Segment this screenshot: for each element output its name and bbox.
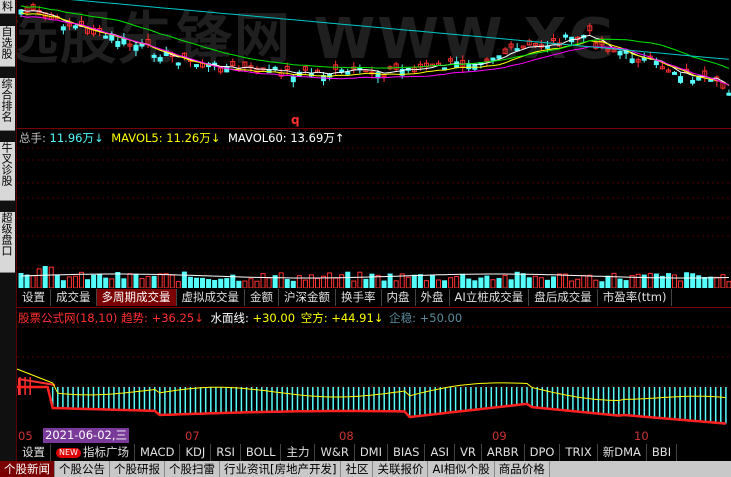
- indicator-tab-bias[interactable]: BIAS: [388, 444, 426, 461]
- mavol60-value: 13.69万↑: [290, 131, 345, 145]
- date-label: 05: [18, 429, 33, 443]
- bottom-tab-announcements[interactable]: 个股公告: [55, 461, 110, 477]
- indicator-tab-asi[interactable]: ASI: [425, 444, 456, 461]
- short-label: 空方:: [300, 311, 328, 325]
- date-axis: 05 2021-06-02,三 07 08 09 10: [17, 428, 731, 444]
- bottom-tab-community[interactable]: 社区: [341, 461, 374, 477]
- volume-tab-pe-ttm[interactable]: 市盈率(ttm): [598, 289, 673, 306]
- trend-value: +36.25↓: [151, 311, 204, 325]
- cursor-date: 2021-06-02,三: [43, 428, 129, 443]
- indicator-tab-bar: 设置 NEW 指标广场 MACD KDJ RSI BOLL 主力 W&R DMI BIAS ASI VR…: [17, 444, 731, 461]
- bottom-tab-bar: 个股新闻 个股公告 个股研报 个股扫雷 行业资讯[房地产开发] 社区 关联报价 AI相似个股商…: [0, 461, 731, 477]
- sidebar-item-ranking[interactable]: 综合排名: [0, 78, 15, 131]
- trend-label: 趋势:: [121, 311, 148, 325]
- indicator-tab-settings[interactable]: 设置: [17, 444, 51, 461]
- volume-ma-line: [20, 273, 729, 279]
- bottom-tab-news[interactable]: 个股新闻: [0, 461, 55, 477]
- volume-tab-settings[interactable]: 设置: [17, 289, 51, 306]
- bottom-tab-industry-news[interactable]: 行业资讯[房地产开发]: [220, 461, 342, 477]
- indicator-tab-dpo[interactable]: DPO: [525, 444, 561, 461]
- water-line-label: 水面线:: [210, 311, 249, 325]
- kline-moving-averages: [20, 0, 730, 86]
- sidebar-item-diagnosis[interactable]: 牛叉诊股: [0, 142, 15, 201]
- short-value: +44.91↓: [331, 311, 384, 325]
- indicator-short-line: [17, 368, 726, 402]
- sidebar-item-super-depth[interactable]: 超级盘口: [0, 212, 15, 273]
- indicator-info: 股票公式网(18,10) 趋势: +36.25↓ 水面线: +30.00 空方:…: [18, 311, 462, 325]
- volume-info: 总手: 11.96万↓ MAVOL5: 11.26万↓ MAVOL60: 13.…: [19, 131, 344, 145]
- mavol5-value: 11.26万↓: [166, 131, 221, 145]
- indicator-tab-macd[interactable]: MACD: [135, 444, 181, 461]
- mavol60-label: MAVOL60:: [228, 131, 287, 145]
- indicator-tab-trix[interactable]: TRIX: [560, 444, 598, 461]
- bottom-tab-risk-scan[interactable]: 个股扫雷: [165, 461, 220, 477]
- indicator-tab-vr[interactable]: VR: [455, 444, 482, 461]
- date-label: 10: [634, 429, 649, 443]
- new-badge: NEW: [56, 447, 81, 458]
- indicator-tab-kdj[interactable]: KDJ: [180, 444, 212, 461]
- volume-tab-inner[interactable]: 内盘: [382, 289, 416, 306]
- bottom-tab-research[interactable]: 个股研报: [110, 461, 165, 477]
- volume-tab-turnover[interactable]: 换手率: [336, 289, 382, 306]
- indicator-chart[interactable]: [17, 307, 731, 427]
- indicator-tab-label: 指标广场: [82, 445, 129, 459]
- volume-tab-ai-volume[interactable]: AI立桩成交量: [450, 289, 530, 306]
- kline-chart[interactable]: q: [17, 0, 731, 128]
- volume-tab-bar: 设置 成交量 多周期成交量 虚拟成交量 金额 沪深金额 换手率 内盘 外盘 AI立桩成交量 盘后成交…: [17, 289, 731, 307]
- indicator-name: 股票公式网(18,10): [18, 311, 118, 325]
- stable-label: 企稳:: [389, 311, 416, 325]
- indicator-tab-dmi[interactable]: DMI: [355, 444, 388, 461]
- bottom-tab-ai-similar[interactable]: AI相似个股: [428, 461, 495, 477]
- indicator-tab-square[interactable]: NEW 指标广场: [51, 444, 135, 461]
- volume-tab-hs-amount[interactable]: 沪深金额: [279, 289, 336, 306]
- date-label: 08: [339, 429, 354, 443]
- volume-tab-amount[interactable]: 金额: [245, 289, 279, 306]
- indicator-tab-new-dma[interactable]: 新DMA: [598, 444, 647, 461]
- volume-tab-volume[interactable]: 成交量: [51, 289, 97, 306]
- date-label: 09: [492, 429, 507, 443]
- indicator-tab-bbi[interactable]: BBI: [647, 444, 678, 461]
- indicator-tab-main-force[interactable]: 主力: [281, 444, 316, 461]
- sidebar-item-label: 自选股: [0, 26, 13, 59]
- indicator-tab-arbr[interactable]: ARBR: [482, 444, 525, 461]
- indicator-tab-wr[interactable]: W&R: [315, 444, 355, 461]
- mavol5-label: MAVOL5:: [111, 131, 163, 145]
- volume-total-label: 总手:: [19, 131, 46, 145]
- volume-tab-virtual[interactable]: 虚拟成交量: [177, 289, 245, 306]
- volume-total-value: 11.96万↓: [49, 131, 104, 145]
- bottom-tab-commodity-price[interactable]: 商品价格: [495, 461, 550, 477]
- volume-tab-after-hours[interactable]: 盘后成交量: [529, 289, 598, 306]
- sidebar-item-label: 超级盘口: [0, 212, 13, 256]
- kline-marker-q: q: [291, 113, 300, 127]
- indicator-tab-boll[interactable]: BOLL: [241, 444, 282, 461]
- bottom-tab-related-quotes[interactable]: 关联报价: [373, 461, 429, 477]
- sidebar-top-tab[interactable]: 料: [0, 0, 15, 14]
- indicator-trend-line: [17, 385, 727, 425]
- sidebar-item-label: 牛叉诊股: [0, 142, 13, 186]
- sidebar-item-label: 综合排名: [0, 78, 13, 122]
- stable-value: +50.00: [419, 311, 463, 325]
- volume-tab-outer[interactable]: 外盘: [416, 289, 450, 306]
- left-sidebar: 料 自选股 综合排名 牛叉诊股 超级盘口: [0, 0, 17, 477]
- date-label: 07: [185, 429, 200, 443]
- indicator-tab-rsi[interactable]: RSI: [211, 444, 241, 461]
- water-line-value: +30.00: [252, 311, 296, 325]
- volume-tab-multi-period[interactable]: 多周期成交量: [96, 289, 177, 306]
- volume-chart[interactable]: [17, 128, 731, 288]
- sidebar-item-watchlist[interactable]: 自选股: [0, 26, 15, 67]
